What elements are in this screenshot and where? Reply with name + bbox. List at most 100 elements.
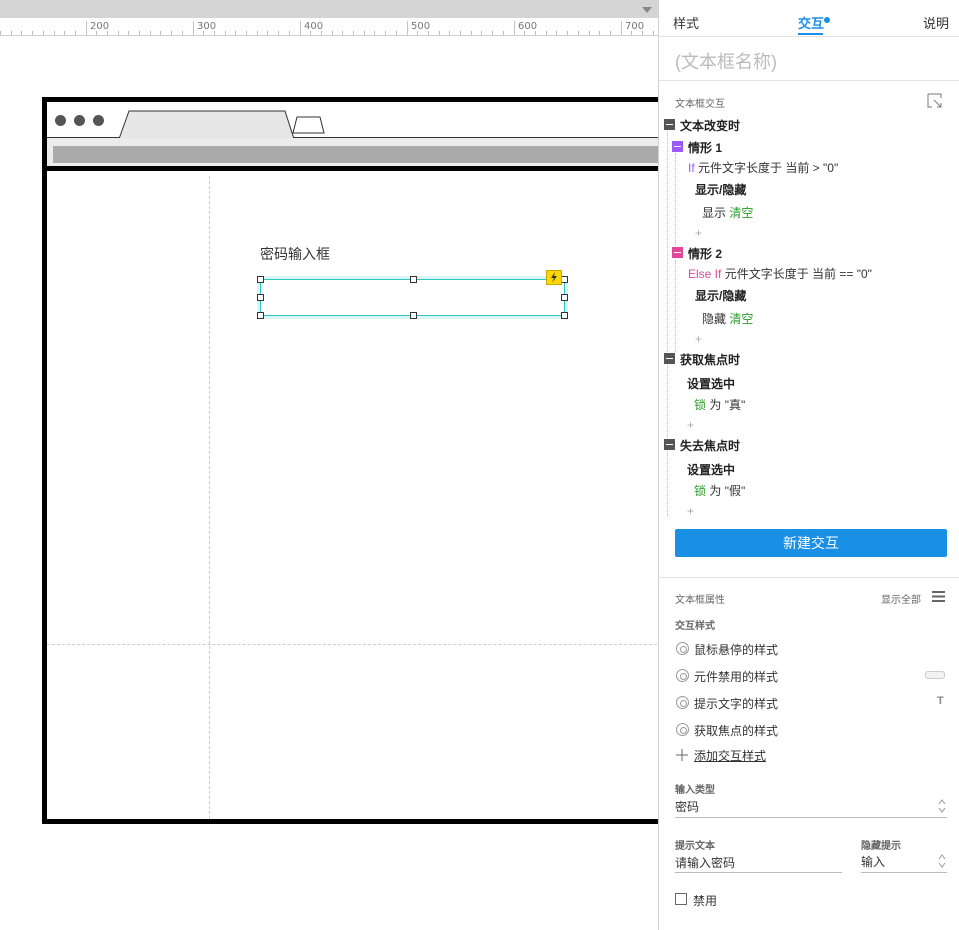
address-bar-fill (53, 146, 658, 163)
tab-interactions[interactable]: 交互 (798, 13, 824, 32)
style-focus[interactable]: 获取焦点的样式 (694, 722, 778, 739)
resize-handle[interactable] (257, 294, 264, 301)
action-target: 清空 (729, 206, 754, 220)
plus-icon[interactable] (676, 749, 688, 761)
tab-style[interactable]: 样式 (673, 13, 699, 32)
ruler-tick (257, 31, 258, 35)
add-action-icon[interactable]: + (695, 226, 702, 240)
ruler-tick (364, 31, 365, 35)
condition-text: 元件文字长度于 当前 == "0" (724, 267, 872, 281)
action-detail[interactable]: 锁 为 "假" (694, 482, 745, 499)
ruler-tick (300, 21, 301, 35)
interaction-styles-heading: 交互样式 (675, 621, 715, 632)
ruler-tick (171, 31, 172, 35)
input-type-select[interactable]: 密码 (675, 798, 947, 818)
case-2-title[interactable]: 情形 2 (688, 245, 722, 262)
ruler-tick (631, 31, 632, 35)
add-action-icon[interactable]: + (695, 332, 702, 346)
collapse-icon[interactable] (672, 141, 683, 152)
guide-line-horizontal (47, 644, 658, 645)
hide-hint-label: 隐藏提示 (861, 841, 901, 852)
ruler-tick (278, 31, 279, 35)
hint-text-label: 提示文本 (675, 841, 715, 852)
ruler-tick (321, 31, 322, 35)
ruler-tick (32, 31, 33, 35)
design-canvas[interactable]: 200 300 400 500 600 700 密码输入框 (0, 0, 658, 930)
menu-icon[interactable] (932, 591, 945, 602)
event-text-changed[interactable]: 文本改变时 (680, 117, 740, 134)
resize-handle[interactable] (257, 312, 264, 319)
action-detail[interactable]: 隐藏 清空 (702, 310, 753, 327)
ruler-tick (128, 31, 129, 35)
ruler-tick (385, 31, 386, 35)
ruler-tick (353, 31, 354, 35)
add-action-icon[interactable]: + (687, 504, 694, 518)
resize-handle[interactable] (410, 276, 417, 283)
show-all-link[interactable]: 显示全部 (881, 591, 921, 606)
collapse-icon[interactable] (672, 247, 683, 258)
collapse-icon[interactable] (664, 439, 675, 450)
ruler-tick (225, 31, 226, 35)
action-detail[interactable]: 显示 清空 (702, 204, 753, 221)
case-1-condition[interactable]: If 元件文字长度于 当前 > "0" (688, 159, 838, 176)
ruler-tick (374, 31, 375, 35)
disabled-checkbox[interactable] (675, 893, 687, 905)
resize-handle[interactable] (561, 312, 568, 319)
ruler-tick (107, 31, 108, 35)
hide-hint-select[interactable]: 输入 (861, 853, 947, 873)
style-hint[interactable]: 提示文字的样式 (694, 695, 778, 712)
disabled-checkbox-label: 禁用 (693, 894, 718, 908)
ruler-tick (193, 21, 194, 35)
action-detail[interactable]: 锁 为 "真" (694, 396, 745, 413)
widget-label[interactable]: 密码输入框 (260, 244, 330, 264)
hint-text-value: 请输入密码 (675, 856, 736, 870)
hint-text-input[interactable]: 请输入密码 (675, 854, 842, 873)
updown-arrows-icon[interactable] (938, 854, 946, 868)
tab-notes[interactable]: 说明 (923, 13, 949, 32)
action-set-selected[interactable]: 设置选中 (687, 461, 735, 478)
action-show-hide[interactable]: 显示/隐藏 (695, 181, 746, 198)
ruler-tick (182, 31, 183, 35)
case-1-title[interactable]: 情形 1 (688, 139, 722, 156)
action-set-selected[interactable]: 设置选中 (687, 375, 735, 392)
style-hover[interactable]: 鼠标悬停的样式 (694, 641, 778, 658)
wireframe-tab (119, 110, 295, 140)
canvas-top-strip (0, 0, 658, 18)
tree-line (667, 131, 668, 516)
wireframe-new-tab-icon (292, 116, 325, 134)
ruler-tick (503, 31, 504, 35)
window-dot-icon (74, 115, 85, 126)
style-disabled[interactable]: 元件禁用的样式 (694, 668, 778, 685)
ruler-tick (567, 31, 568, 35)
resize-handle[interactable] (257, 276, 264, 283)
active-dot-icon (824, 17, 830, 23)
resize-handle[interactable] (561, 294, 568, 301)
browser-wireframe[interactable] (42, 97, 658, 824)
wireframe-address-bar (47, 138, 658, 171)
collapse-icon[interactable] (664, 119, 675, 130)
updown-arrows-icon[interactable] (938, 799, 946, 813)
ruler-tick (150, 31, 151, 35)
resize-handle[interactable] (561, 276, 568, 283)
password-textbox-widget[interactable] (260, 279, 565, 316)
target-icon (676, 723, 689, 736)
case-2-condition[interactable]: Else If 元件文字长度于 当前 == "0" (688, 265, 872, 282)
ruler-tick (621, 21, 622, 35)
new-interaction-button[interactable]: 新建交互 (675, 529, 947, 557)
add-style-link[interactable]: 添加交互样式 (694, 747, 766, 764)
widget-name-field[interactable]: (文本框名称) (675, 48, 777, 74)
input-type-value: 密码 (675, 800, 700, 814)
ruler-tick (11, 31, 12, 35)
action-show-hide[interactable]: 显示/隐藏 (695, 287, 746, 304)
event-focus[interactable]: 获取焦点时 (680, 351, 740, 368)
chevron-down-icon[interactable] (642, 7, 652, 13)
expand-icon[interactable] (927, 93, 943, 108)
lightning-icon[interactable] (546, 270, 562, 285)
ruler-tick (514, 21, 515, 35)
collapse-icon[interactable] (664, 353, 675, 364)
event-blur[interactable]: 失去焦点时 (680, 437, 740, 454)
add-action-icon[interactable]: + (687, 418, 694, 432)
ruler-tick (160, 31, 161, 35)
resize-handle[interactable] (410, 312, 417, 319)
disabled-preview-swatch (925, 671, 945, 679)
